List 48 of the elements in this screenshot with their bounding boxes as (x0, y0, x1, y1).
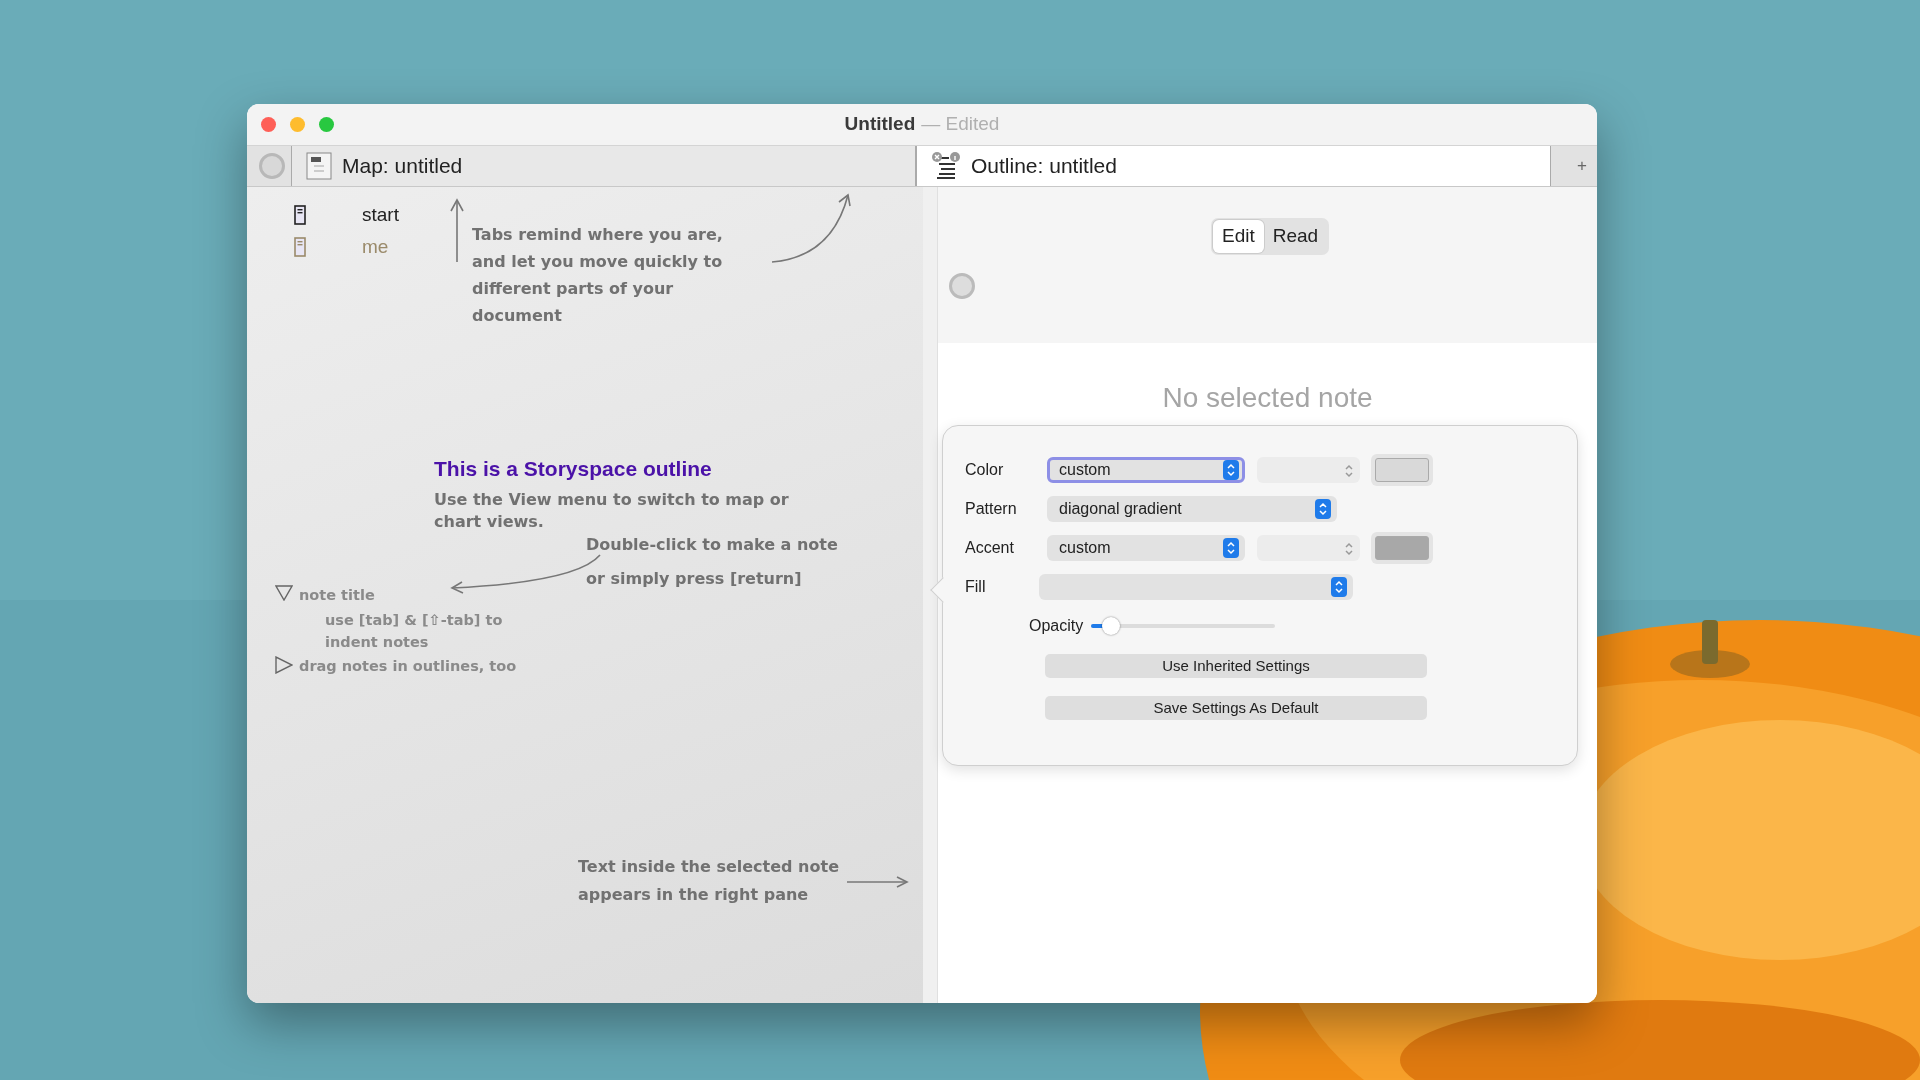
outline-item: note title (299, 586, 375, 605)
empty-message: No selected note (1161, 381, 1374, 415)
minimize-button[interactable] (290, 117, 305, 132)
chevron-icon (1226, 541, 1236, 555)
mode-tab[interactable]: Read (1263, 220, 1328, 253)
field-label: Pattern (965, 499, 1018, 519)
settings-button[interactable]: Save Settings As Default (1045, 696, 1427, 720)
popup-button[interactable] (1039, 574, 1353, 600)
outline-item: drag notes in outlines, too (299, 656, 517, 676)
annotation-text: Text inside the selected note appears in the right pane (578, 856, 839, 906)
arrow (450, 198, 464, 263)
color-well[interactable] (1371, 532, 1433, 564)
settings-button[interactable]: Use Inherited Settings (1045, 654, 1427, 678)
close-button[interactable] (261, 117, 276, 132)
zoom-button[interactable] (319, 117, 334, 132)
field-label: Color (965, 460, 1005, 480)
annotation-text: Tabs remind where you are, and let you move quickly to different parts of your document (472, 224, 723, 327)
tab[interactable]: Outline: untitled (916, 146, 1551, 186)
annotation-text: Double-click to make a note or simply press [return] (586, 534, 838, 590)
note-icon (294, 237, 306, 257)
document-icon (306, 152, 332, 180)
chevron-icon (1318, 502, 1328, 516)
mode-tab[interactable]: Edit (1213, 220, 1264, 253)
note-icon (294, 205, 306, 225)
field-label: Fill (965, 577, 987, 597)
field-label: Opacity (1029, 616, 1084, 636)
chevron-icon (1226, 463, 1236, 477)
annotation-text: Use the View menu to switch to map or chart views. (434, 489, 789, 533)
list-icon (931, 151, 961, 181)
chevron-icon (1344, 541, 1354, 556)
add-tab-button[interactable]: + (1567, 146, 1597, 186)
popup-button[interactable]: diagonal gradient (1047, 496, 1337, 522)
outline-heading: This is a Storyspace outline (434, 456, 712, 482)
tab[interactable]: Map: untitled (291, 146, 916, 186)
outline-item: use [tab] & [⇧-tab] to indent notes (325, 610, 504, 652)
field-label: Accent (965, 538, 1015, 558)
color-well[interactable] (1371, 454, 1433, 486)
arrow (846, 876, 909, 888)
window-title: Untitled (844, 112, 916, 137)
badge-button[interactable] (949, 273, 975, 299)
edited-status: — Edited (921, 112, 1000, 137)
chevron-icon (1334, 580, 1344, 594)
popup-button[interactable]: custom (1047, 535, 1245, 561)
tab-bar-button[interactable] (259, 153, 285, 179)
opacity-slider[interactable] (1091, 617, 1276, 635)
note-row[interactable]: start (294, 199, 399, 231)
chevron-icon (1344, 463, 1354, 478)
popup-button[interactable]: custom (1047, 457, 1245, 483)
